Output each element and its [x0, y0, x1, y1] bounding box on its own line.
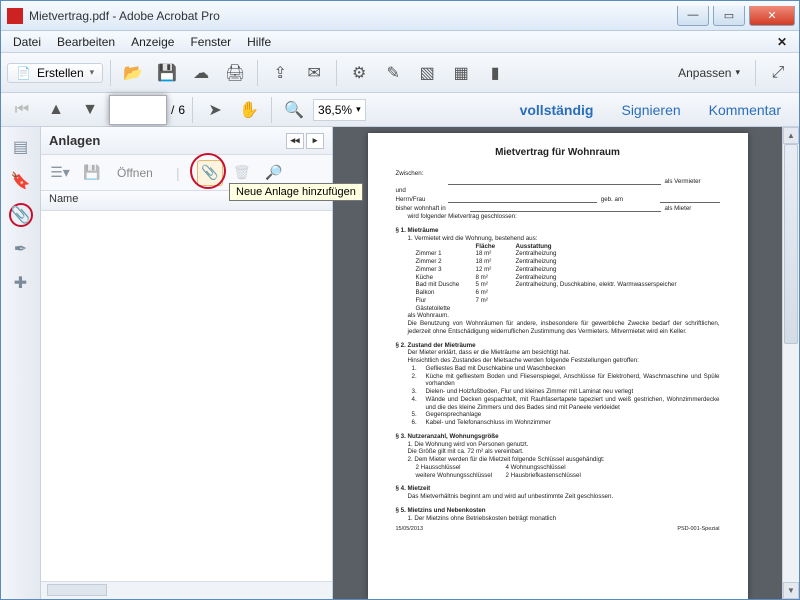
attachments-panel: Anlagen ◂◂ ▸ ☰▾ 💾 Öffnen | 📎 🗑 🔎 Neue An… — [41, 127, 333, 599]
scroll-down-icon[interactable]: ▼ — [783, 582, 799, 599]
menu-datei[interactable]: Datei — [5, 33, 49, 51]
menu-anzeige[interactable]: Anzeige — [123, 33, 182, 51]
create-button[interactable]: 📄 Erstellen ▾ — [7, 63, 103, 83]
document-viewport[interactable]: Mietvertrag für Wohnraum Zwischen: als V… — [333, 127, 782, 599]
panel-hscroll[interactable] — [41, 581, 332, 599]
select-tool-icon[interactable]: ➤ — [200, 95, 230, 125]
panel-header: Anlagen ◂◂ ▸ — [41, 127, 332, 155]
create-icon: 📄 — [16, 66, 31, 80]
panel-prev-icon[interactable]: ◂◂ — [286, 133, 304, 149]
scroll-up-icon[interactable]: ▲ — [783, 127, 799, 144]
acrobat-icon — [7, 8, 23, 24]
search-attachment-icon[interactable]: 🔎 — [261, 160, 287, 186]
menubar: Datei Bearbeiten Anzeige Fenster Hilfe ✕ — [1, 31, 799, 53]
print-icon[interactable]: 🖨 — [220, 58, 250, 88]
customize-label: Anpassen — [678, 66, 731, 80]
hand-tool-icon[interactable]: ✋ — [234, 95, 264, 125]
cloud-icon[interactable]: ☁ — [186, 58, 216, 88]
close-button[interactable]: ✕ — [749, 6, 795, 26]
page-sep: / — [171, 103, 174, 117]
layers-icon[interactable]: ✚ — [9, 271, 33, 295]
customize-button[interactable]: Anpassen ▾ — [670, 62, 748, 84]
content-area: ▤ 🔖 📎 ✒ ✚ Anlagen ◂◂ ▸ ☰▾ 💾 Öffnen | 📎 — [1, 127, 799, 599]
delete-attachment-icon[interactable]: 🗑 — [229, 160, 255, 186]
titlebar: Mietvertrag.pdf - Adobe Acrobat Pro — ▭ … — [1, 1, 799, 31]
panel-list — [41, 211, 332, 581]
chevron-down-icon: ▾ — [735, 67, 740, 78]
page-total: 6 — [178, 103, 185, 117]
maximize-button[interactable]: ▭ — [713, 6, 745, 26]
fullscreen-icon[interactable]: ⤢ — [763, 58, 793, 88]
add-attachment-icon[interactable]: 📎 — [197, 160, 223, 186]
menu-bearbeiten[interactable]: Bearbeiten — [49, 33, 123, 51]
create-label: Erstellen — [37, 66, 84, 80]
chevron-down-icon: ▾ — [90, 67, 95, 78]
zoom-combo[interactable]: 36,5% ▾ — [313, 99, 366, 121]
panel-toolbar: ☰▾ 💾 Öffnen | 📎 🗑 🔎 Neue Anlage hinzufüg… — [41, 155, 332, 191]
panel-options-icon[interactable]: ☰▾ — [47, 160, 73, 186]
first-page-icon[interactable]: ⏮ — [7, 95, 37, 125]
open-attachment-button[interactable]: Öffnen — [111, 160, 159, 186]
menubar-close-icon[interactable]: ✕ — [769, 35, 795, 49]
doc-title: Mietvertrag für Wohnraum — [396, 147, 720, 160]
next-page-icon[interactable]: ▼ — [75, 95, 105, 125]
nav-strip: ▤ 🔖 📎 ✒ ✚ — [1, 127, 41, 599]
open-icon[interactable]: 📂 — [118, 58, 148, 88]
minimize-button[interactable]: — — [677, 6, 709, 26]
bookmarks-icon[interactable]: 🔖 — [9, 169, 33, 193]
menu-fenster[interactable]: Fenster — [182, 33, 239, 51]
form-icon[interactable]: ▦ — [446, 58, 476, 88]
tools-vollstaendig-button[interactable]: vollständig — [508, 98, 606, 122]
panel-next-icon[interactable]: ▸ — [306, 133, 324, 149]
app-window: Mietvertrag.pdf - Adobe Acrobat Pro — ▭ … — [0, 0, 800, 600]
edit-text-icon[interactable]: ✎ — [378, 58, 408, 88]
sign-button[interactable]: Signieren — [609, 98, 692, 122]
toolbar-main: 📄 Erstellen ▾ 📂 💾 ☁ 🖨 ⇪ ✉ ⚙ ✎ ▧ ▦ ▮ Anpa… — [1, 53, 799, 93]
gear-icon[interactable]: ⚙ — [344, 58, 374, 88]
save-attachment-icon[interactable]: 💾 — [79, 160, 105, 186]
multimedia-icon[interactable]: ▮ — [480, 58, 510, 88]
comment-button[interactable]: Kommentar — [697, 98, 793, 122]
share-icon[interactable]: ⇪ — [265, 58, 295, 88]
vertical-scrollbar[interactable]: ▲ ▼ — [782, 127, 799, 599]
tooltip: Neue Anlage hinzufügen — [229, 183, 363, 201]
zoom-value: 36,5% — [318, 103, 352, 117]
mail-icon[interactable]: ✉ — [299, 58, 329, 88]
toolbar-nav: ⏮ ▲ ▼ / 6 ➤ ✋ 🔍 36,5% ▾ vollständig Sign… — [1, 93, 799, 127]
save-icon[interactable]: 💾 — [152, 58, 182, 88]
page-number-input[interactable] — [109, 95, 167, 125]
zoom-marquee-icon[interactable]: 🔍 — [279, 95, 309, 125]
menu-hilfe[interactable]: Hilfe — [239, 33, 279, 51]
scroll-thumb[interactable] — [784, 144, 798, 344]
signatures-icon[interactable]: ✒ — [9, 237, 33, 261]
attachments-icon[interactable]: 📎 — [9, 203, 33, 227]
window-buttons: — ▭ ✕ — [677, 6, 799, 26]
panel-title: Anlagen — [49, 133, 100, 148]
pdf-page: Mietvertrag für Wohnraum Zwischen: als V… — [368, 133, 748, 599]
page-thumbnails-icon[interactable]: ▤ — [9, 135, 33, 159]
chevron-down-icon: ▾ — [356, 104, 361, 115]
window-title: Mietvertrag.pdf - Adobe Acrobat Pro — [29, 9, 677, 23]
prev-page-icon[interactable]: ▲ — [41, 95, 71, 125]
pages-icon[interactable]: ▧ — [412, 58, 442, 88]
